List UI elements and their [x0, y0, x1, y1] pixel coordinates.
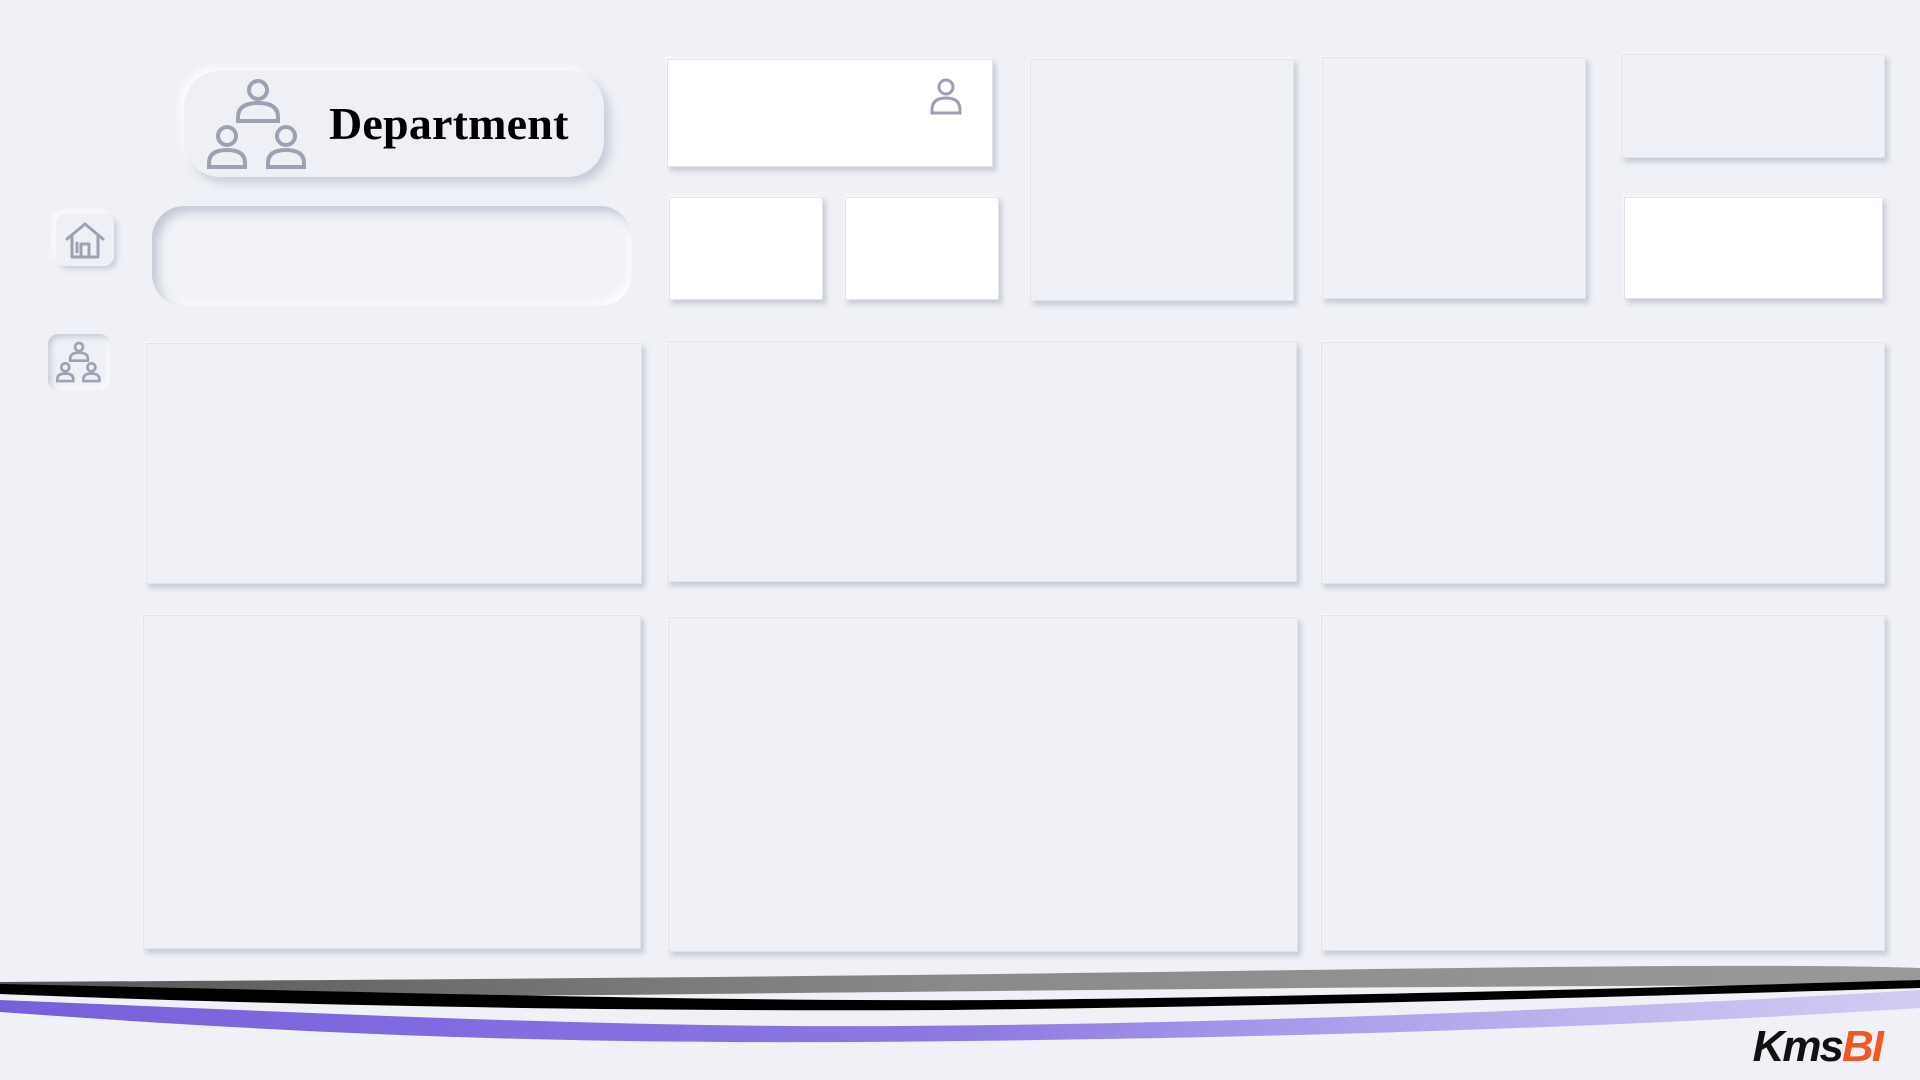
report-canvas: Department KmsBI	[0, 0, 1920, 1080]
chart-card-bottom-right[interactable]	[1321, 615, 1885, 951]
page-title: Department	[329, 98, 569, 149]
kpi-card-employees[interactable]	[667, 59, 993, 167]
visual-card-top-right[interactable]	[1621, 54, 1885, 158]
chart-card-middle-left[interactable]	[146, 343, 642, 584]
chart-card-bottom-center[interactable]	[668, 617, 1298, 952]
chart-card-middle-right[interactable]	[1321, 342, 1885, 584]
brand-logo: KmsBI	[1752, 1022, 1884, 1072]
home-icon	[65, 222, 105, 259]
chart-card-bottom-left[interactable]	[143, 615, 641, 949]
visual-card-top-1[interactable]	[1030, 59, 1294, 301]
nav-home-button[interactable]	[56, 214, 114, 266]
chart-card-middle-center[interactable]	[667, 341, 1297, 582]
brand-logo-main: Kms	[1752, 1022, 1844, 1071]
footer-wave-decoration	[0, 965, 1920, 1043]
brand-logo-accent: BI	[1842, 1022, 1884, 1071]
org-chart-icon	[56, 341, 101, 383]
nav-department-button[interactable]	[48, 334, 110, 390]
page-title-pill: Department	[184, 71, 604, 177]
org-chart-icon	[207, 79, 306, 169]
kpi-card-right[interactable]	[1624, 197, 1883, 299]
person-icon	[930, 78, 962, 115]
filter-slicer[interactable]	[152, 206, 632, 306]
visual-card-top-2[interactable]	[1322, 57, 1586, 299]
kpi-card-small-1[interactable]	[669, 197, 823, 300]
kpi-card-small-2[interactable]	[845, 197, 999, 300]
